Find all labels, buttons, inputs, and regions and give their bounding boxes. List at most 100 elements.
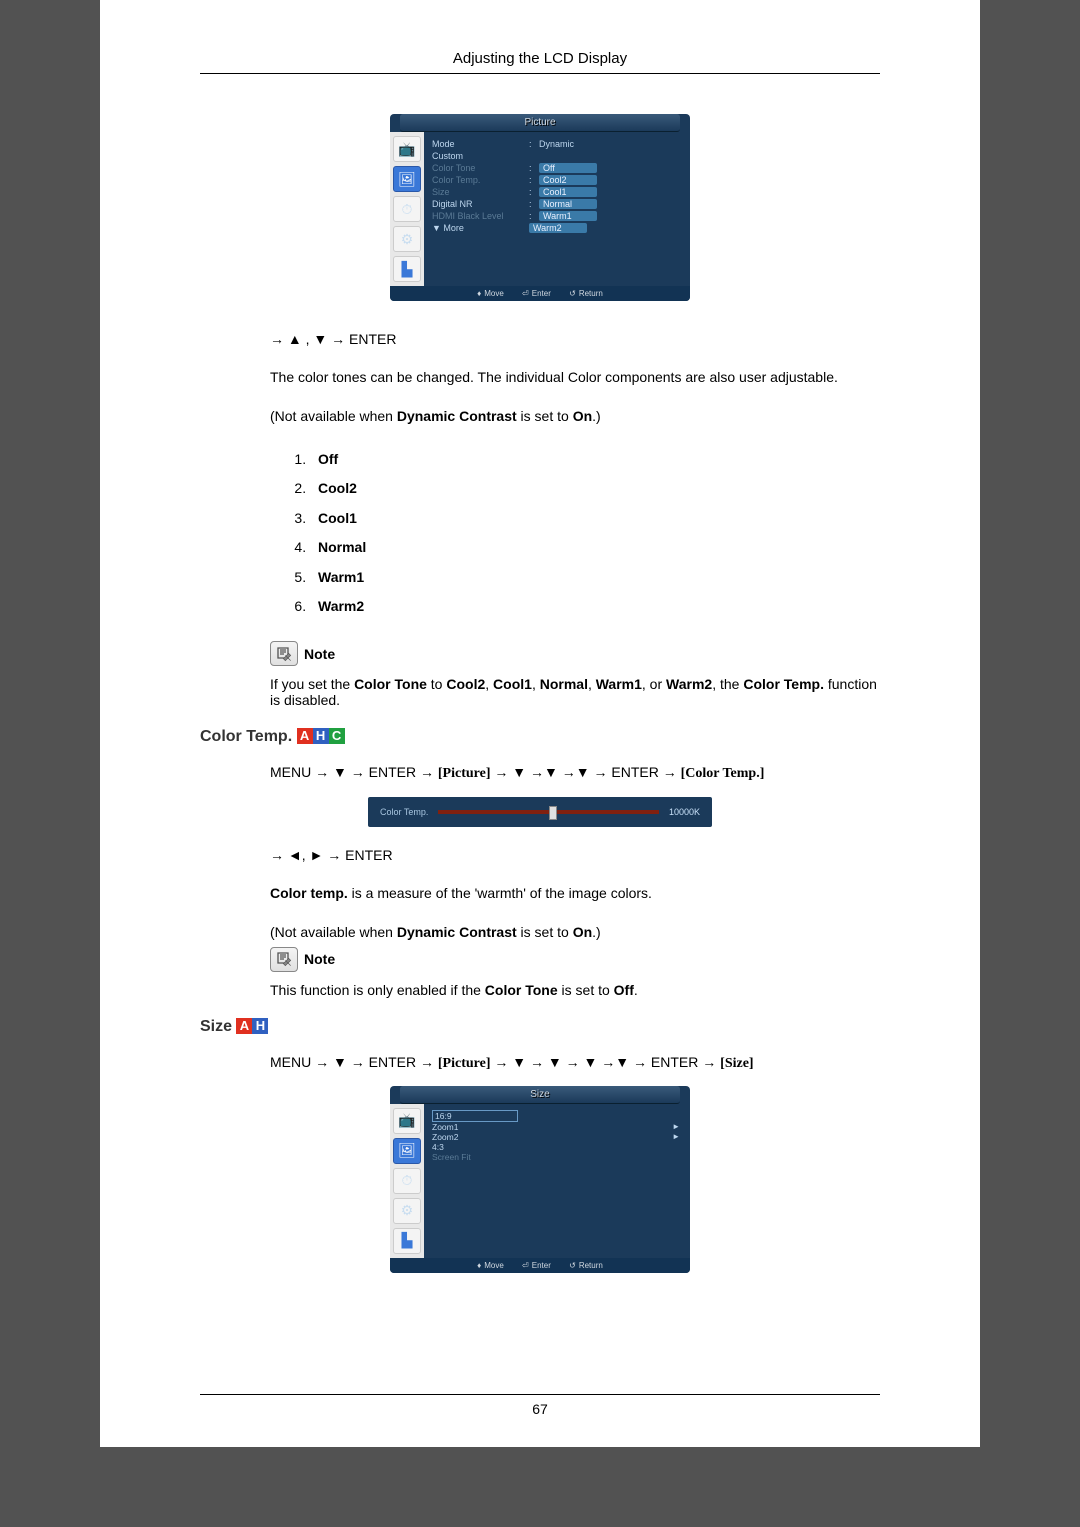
slider-label: Color Temp.: [380, 807, 428, 817]
footer-enter: Enter: [532, 289, 551, 298]
option-item: Cool1: [310, 504, 880, 533]
para-color-tones: The color tones can be changed. The indi…: [270, 367, 880, 388]
osd-row-value: Cool2: [539, 175, 597, 185]
note-label: Note: [304, 646, 335, 662]
osd-footer: ♦Move ⏎Enter ↺Return: [390, 286, 690, 301]
size-item-label: Zoom1: [432, 1122, 458, 1132]
osd-row-value: Dynamic: [539, 139, 574, 149]
size-item-label: Zoom2: [432, 1132, 458, 1142]
osd-icon-setup: ⚙: [393, 1198, 421, 1224]
submenu-arrow-icon: ►: [672, 1122, 680, 1131]
osd-icon-picture: 🖼: [393, 1138, 421, 1164]
menu-path-size: MENU → ▼ → ENTER → [Picture] → ▼ → ▼ → ▼…: [270, 1050, 880, 1076]
return-icon: ↺: [569, 1261, 576, 1270]
note-block-2: Note This function is only enabled if th…: [270, 947, 880, 998]
osd-row-label: Size: [432, 187, 527, 197]
page-number: 67: [200, 1394, 880, 1417]
badge-a: A: [297, 728, 313, 744]
note-label: Note: [304, 951, 335, 967]
osd-icon-input: 📺: [393, 1108, 421, 1134]
option-item: Normal: [310, 533, 880, 562]
note-icon: [270, 641, 298, 666]
osd-sidebar-icons: 📺 🖼 ⏱ ⚙ ▙: [390, 1104, 424, 1258]
osd-picture-menu: Picture 📺 🖼 ⏱ ⚙ ▙ Mode:DynamicCustomColo…: [390, 114, 690, 301]
para-colortemp-def: Color temp. is a measure of the 'warmth'…: [270, 883, 880, 904]
section-size: Size AH: [200, 1018, 880, 1036]
osd-row: Color Temp.:Cool2: [432, 174, 682, 186]
option-item: Warm2: [310, 592, 880, 621]
badge-h: H: [252, 1018, 268, 1034]
osd-row-value: Normal: [539, 199, 597, 209]
option-item: Cool2: [310, 474, 880, 503]
osd-row: HDMI Black Level:Warm1: [432, 210, 682, 222]
osd-row-label: Color Temp.: [432, 175, 527, 185]
osd-footer: ♦Move ⏎Enter ↺Return: [390, 1258, 690, 1273]
size-menu-row: Screen Fit: [432, 1152, 682, 1162]
osd-row: Color Tone:Off: [432, 162, 682, 174]
color-tone-options: OffCool2Cool1NormalWarm1Warm2: [285, 445, 880, 621]
osd-row-label: Digital NR: [432, 199, 527, 209]
osd-sidebar-icons: 📺 🖼 ⏱ ⚙ ▙: [390, 132, 424, 286]
note-icon: [270, 947, 298, 972]
osd-row-label: ▼ More: [432, 223, 527, 233]
return-icon: ↺: [569, 289, 576, 298]
move-icon: ♦: [477, 1261, 481, 1270]
osd-icon-sound: ⏱: [393, 1168, 421, 1194]
option-item: Warm1: [310, 563, 880, 592]
size-menu-row: Zoom1 ►: [432, 1122, 682, 1132]
footer-move: Move: [484, 1261, 504, 1270]
osd-row: Digital NR:Normal: [432, 198, 682, 210]
footer-return: Return: [579, 289, 603, 298]
osd-row-value: Cool1: [539, 187, 597, 197]
note-text-1: If you set the Color Tone to Cool2, Cool…: [270, 676, 880, 708]
osd-row: Custom: [432, 150, 682, 162]
footer-move: Move: [484, 289, 504, 298]
osd-row-value: Off: [539, 163, 597, 173]
nav-instruction-2: → ◄, ► → ENTER: [270, 847, 880, 863]
badge-h: H: [313, 728, 329, 744]
submenu-arrow-icon: ►: [672, 1132, 680, 1141]
badge-a: A: [236, 1018, 252, 1034]
osd-icon-setup: ⚙: [393, 226, 421, 252]
osd-title: Size: [400, 1086, 680, 1104]
badge-c: C: [329, 728, 345, 744]
size-item-label: Screen Fit: [432, 1152, 471, 1162]
color-temp-slider: Color Temp. 10000K: [368, 797, 712, 827]
footer-return: Return: [579, 1261, 603, 1270]
slider-thumb: [549, 806, 557, 820]
osd-row: Mode:Dynamic: [432, 138, 682, 150]
enter-icon: ⏎: [522, 1261, 529, 1270]
osd-icon-picture: 🖼: [393, 166, 421, 192]
page-header: Adjusting the LCD Display: [200, 50, 880, 74]
osd-row-value: Warm1: [539, 211, 597, 221]
footer-enter: Enter: [532, 1261, 551, 1270]
move-icon: ♦: [477, 289, 481, 298]
osd-row-value: Warm2: [529, 223, 587, 233]
para-not-available: (Not available when Dynamic Contrast is …: [270, 406, 880, 427]
osd-row-label: Color Tone: [432, 163, 527, 173]
para-not-available-2: (Not available when Dynamic Contrast is …: [270, 922, 880, 943]
osd-icon-multi: ▙: [393, 1228, 421, 1254]
osd-row: Size:Cool1: [432, 186, 682, 198]
size-item-label: 16:9: [432, 1110, 518, 1122]
osd-row-label: HDMI Black Level: [432, 211, 527, 221]
osd-icon-sound: ⏱: [393, 196, 421, 222]
section-color-temp: Color Temp. AHC: [200, 728, 880, 746]
osd-size-menu: Size 📺 🖼 ⏱ ⚙ ▙ 16:9Zoom1►Zoom2►4:3Screen…: [390, 1086, 690, 1273]
option-item: Off: [310, 445, 880, 474]
slider-track: [438, 810, 659, 814]
osd-title: Picture: [400, 114, 680, 132]
osd-icon-input: 📺: [393, 136, 421, 162]
size-menu-row: Zoom2 ►: [432, 1132, 682, 1142]
size-menu-row: 4:3: [432, 1142, 682, 1152]
osd-row-label: Mode: [432, 139, 527, 149]
osd-icon-multi: ▙: [393, 256, 421, 282]
menu-path-colortemp: MENU → ▼ → ENTER → [Picture] → ▼ →▼ →▼ →…: [270, 760, 880, 786]
size-menu-row: 16:9: [432, 1110, 682, 1122]
note-text-2: This function is only enabled if the Col…: [270, 982, 880, 998]
osd-row-label: Custom: [432, 151, 527, 161]
osd-row: ▼ MoreWarm2: [432, 222, 682, 234]
enter-icon: ⏎: [522, 289, 529, 298]
note-block-1: Note If you set the Color Tone to Cool2,…: [270, 641, 880, 708]
nav-instruction-1: → ▲ , ▼ → ENTER: [270, 331, 880, 347]
